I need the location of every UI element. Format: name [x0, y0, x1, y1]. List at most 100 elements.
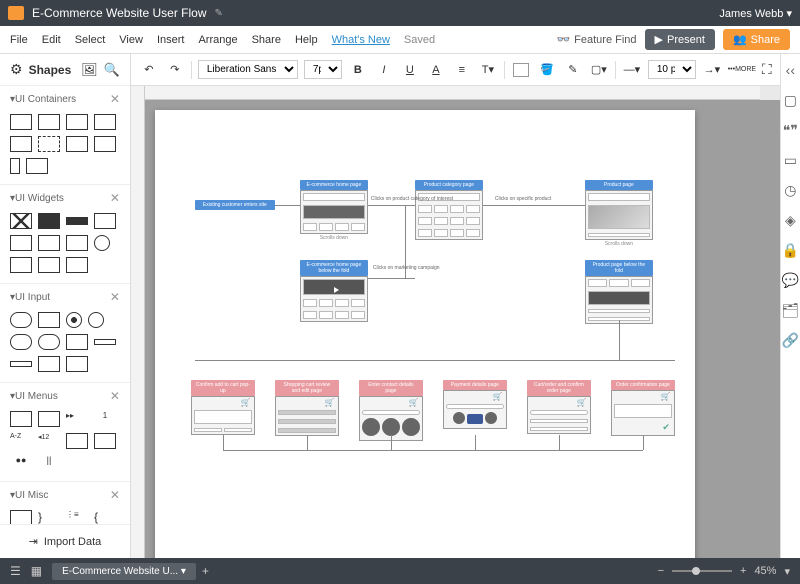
flow-node[interactable]: E-commerce home page	[300, 180, 368, 190]
image-icon[interactable]: 🖼	[81, 62, 98, 78]
shape-item[interactable]: ◂12	[38, 433, 60, 449]
shape-item[interactable]	[38, 136, 60, 152]
shape-item[interactable]	[10, 213, 32, 229]
list-view-icon[interactable]: ☰	[10, 564, 21, 578]
shape-item[interactable]: ●●	[10, 455, 32, 471]
connector[interactable]	[483, 205, 585, 206]
shape-item[interactable]	[38, 356, 60, 372]
font-size-select[interactable]: 7pt ▾	[304, 60, 342, 79]
menu-help[interactable]: Help	[295, 34, 318, 46]
flow-node[interactable]: Shopping cart review and edit page	[275, 380, 339, 396]
edit-title-icon[interactable]: ✎	[214, 8, 222, 19]
shape-item[interactable]	[38, 411, 60, 427]
search-icon[interactable]: 🔍	[104, 62, 120, 78]
menu-view[interactable]: View	[119, 34, 143, 46]
connector[interactable]	[475, 435, 476, 450]
shape-item[interactable]	[10, 158, 20, 174]
page-tab[interactable]: E-Commerce Website U... ▾	[52, 563, 196, 580]
shape-item[interactable]	[10, 361, 32, 367]
shape-item[interactable]	[94, 114, 116, 130]
underline-button[interactable]: U	[400, 60, 420, 80]
flow-node[interactable]: Payment details page	[443, 380, 507, 390]
connector[interactable]	[275, 205, 300, 206]
connector[interactable]	[559, 435, 560, 450]
user-menu[interactable]: James Webb ▾	[719, 7, 792, 20]
flow-node[interactable]: Product category page	[415, 180, 483, 190]
shape-item[interactable]	[66, 114, 88, 130]
line-color-button[interactable]: ✎	[563, 60, 583, 80]
align-button[interactable]: ≡	[452, 60, 472, 80]
shape-item[interactable]	[10, 411, 32, 427]
connector[interactable]	[619, 320, 620, 360]
shape-item[interactable]	[94, 433, 116, 449]
link-icon[interactable]: 🔗	[782, 332, 798, 348]
flow-node[interactable]: Existing customer enters site	[195, 200, 275, 210]
menu-edit[interactable]: Edit	[42, 34, 61, 46]
shape-item[interactable]	[94, 339, 116, 345]
wireframe-box[interactable]	[300, 190, 368, 234]
wireframe-box[interactable]: 🛒	[527, 396, 591, 434]
shape-item[interactable]	[66, 433, 88, 449]
text-color-button[interactable]: A	[426, 60, 446, 80]
flow-node[interactable]: Confirm add to cart pop-up	[191, 380, 255, 396]
shape-item[interactable]	[10, 114, 32, 130]
shape-item[interactable]	[38, 334, 60, 350]
shape-item[interactable]	[26, 158, 48, 174]
more-button[interactable]: ••• MORE	[728, 60, 756, 80]
shape-item[interactable]: ▸▸	[66, 411, 88, 427]
wireframe-box[interactable]: 🛒	[275, 396, 339, 436]
bold-button[interactable]: B	[348, 60, 368, 80]
redo-button[interactable]: ↷	[165, 60, 185, 80]
page-icon[interactable]: ▢	[782, 92, 798, 108]
flow-node[interactable]: Order confirmation page	[611, 380, 675, 390]
shape-item[interactable]: {	[94, 510, 116, 524]
undo-button[interactable]: ↶	[139, 60, 159, 80]
flow-node[interactable]: Product page below the fold	[585, 260, 653, 276]
wireframe-box[interactable]: 🛒 ✔	[611, 390, 675, 436]
document-title[interactable]: E-Commerce Website User Flow	[32, 6, 206, 20]
feature-find-button[interactable]: 👓 Feature Find	[556, 33, 636, 46]
shape-item[interactable]	[10, 312, 32, 328]
page[interactable]: Existing customer enters site E-commerce…	[155, 110, 695, 558]
shape-options-button[interactable]: ▢▾	[589, 60, 609, 80]
shape-item[interactable]	[10, 510, 32, 524]
import-data-button[interactable]: ⇥Import Data	[0, 524, 130, 558]
shape-item[interactable]	[94, 213, 116, 229]
wireframe-box[interactable]: 🛒	[191, 396, 255, 435]
shape-item[interactable]	[66, 136, 88, 152]
flow-node[interactable]: Enter contact details page	[359, 380, 423, 396]
shape-item[interactable]	[94, 136, 116, 152]
shape-item[interactable]	[88, 312, 104, 328]
line-style-button[interactable]: —▾	[622, 60, 642, 80]
menu-file[interactable]: File	[10, 34, 28, 46]
close-icon[interactable]: ✕	[110, 389, 120, 403]
connector[interactable]	[643, 435, 644, 450]
connector[interactable]	[368, 278, 415, 279]
menu-select[interactable]: Select	[75, 34, 106, 46]
shape-item[interactable]: ||	[38, 455, 60, 471]
grid-view-icon[interactable]: ▦	[31, 564, 42, 578]
comment-icon[interactable]: 💬	[782, 272, 798, 288]
shape-item[interactable]	[66, 217, 88, 225]
menu-arrange[interactable]: Arrange	[198, 34, 237, 46]
shape-item[interactable]	[66, 356, 88, 372]
shape-item[interactable]	[38, 114, 60, 130]
close-icon[interactable]: ✕	[110, 488, 120, 502]
present-button[interactable]: ▶ Present	[645, 29, 715, 50]
shape-item[interactable]	[38, 312, 60, 328]
chevron-down-icon[interactable]: ▾	[784, 565, 790, 578]
connector[interactable]	[307, 435, 308, 450]
folder-icon[interactable]	[8, 6, 24, 20]
history-icon[interactable]: ◷	[782, 182, 798, 198]
font-select[interactable]: Liberation Sans	[198, 60, 298, 79]
shape-item[interactable]	[66, 334, 88, 350]
shape-item[interactable]: ⋮≡	[66, 510, 88, 524]
connector[interactable]	[368, 205, 415, 206]
zoom-slider[interactable]	[672, 570, 732, 572]
connector[interactable]	[391, 435, 392, 450]
fullscreen-icon[interactable]: ⛶	[762, 61, 772, 78]
flow-node[interactable]: Product page	[585, 180, 653, 190]
italic-button[interactable]: I	[374, 60, 394, 80]
fill-button[interactable]	[511, 60, 531, 80]
add-page-button[interactable]: +	[202, 564, 209, 578]
